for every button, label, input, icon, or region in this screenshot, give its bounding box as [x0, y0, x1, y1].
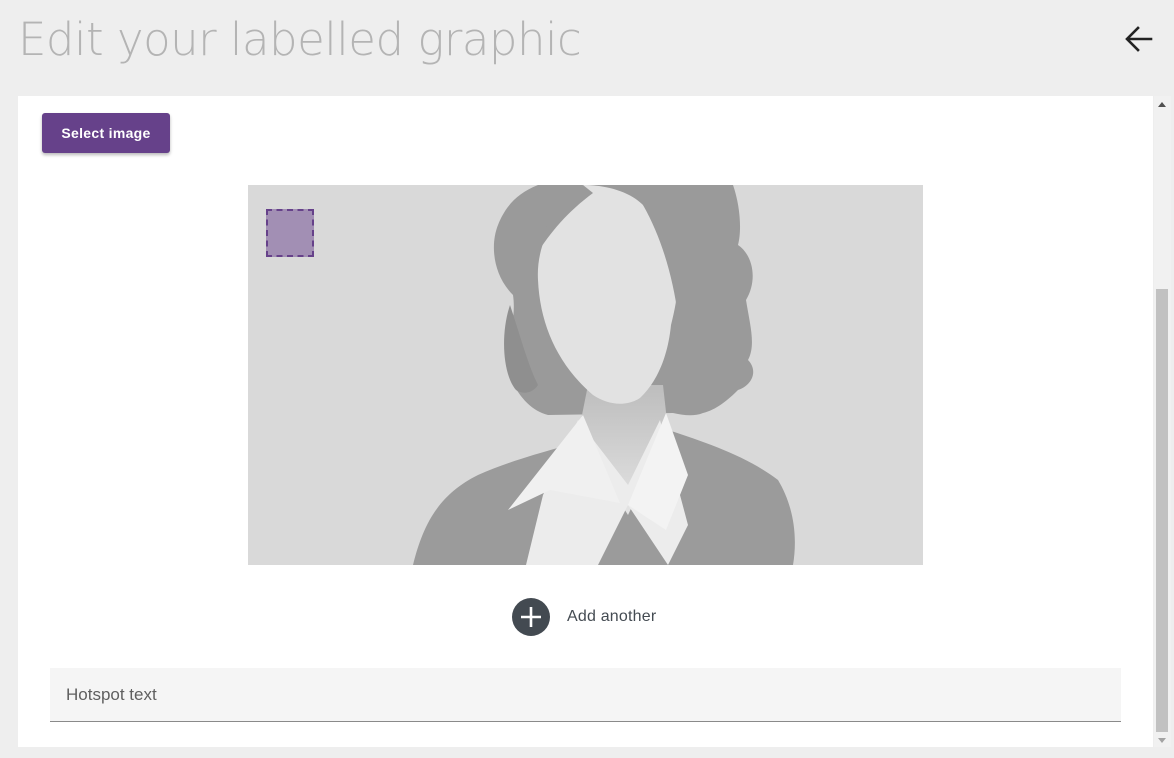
placeholder-woman-silhouette	[248, 185, 923, 565]
scroll-down-arrow-icon[interactable]	[1158, 738, 1166, 743]
hotspot-marker[interactable]	[266, 209, 314, 257]
scrollbar-thumb[interactable]	[1156, 289, 1168, 732]
editor-panel: Select image Add another Hotspot text	[18, 96, 1153, 747]
back-button[interactable]	[1118, 18, 1160, 60]
page-title: Edit your labelled graphic	[18, 13, 582, 66]
arrow-left-icon	[1125, 26, 1153, 52]
plus-circle-icon	[512, 598, 550, 636]
hotspot-text-field[interactable]	[50, 668, 1121, 722]
scrollbar[interactable]	[1154, 96, 1171, 747]
hotspot-text-input[interactable]	[50, 668, 1121, 721]
graphic-image[interactable]	[248, 185, 923, 565]
add-another-button[interactable]: Add another	[512, 598, 656, 636]
add-another-label: Add another	[567, 608, 657, 625]
select-image-button[interactable]: Select image	[42, 113, 170, 153]
scroll-up-arrow-icon[interactable]	[1158, 102, 1166, 107]
